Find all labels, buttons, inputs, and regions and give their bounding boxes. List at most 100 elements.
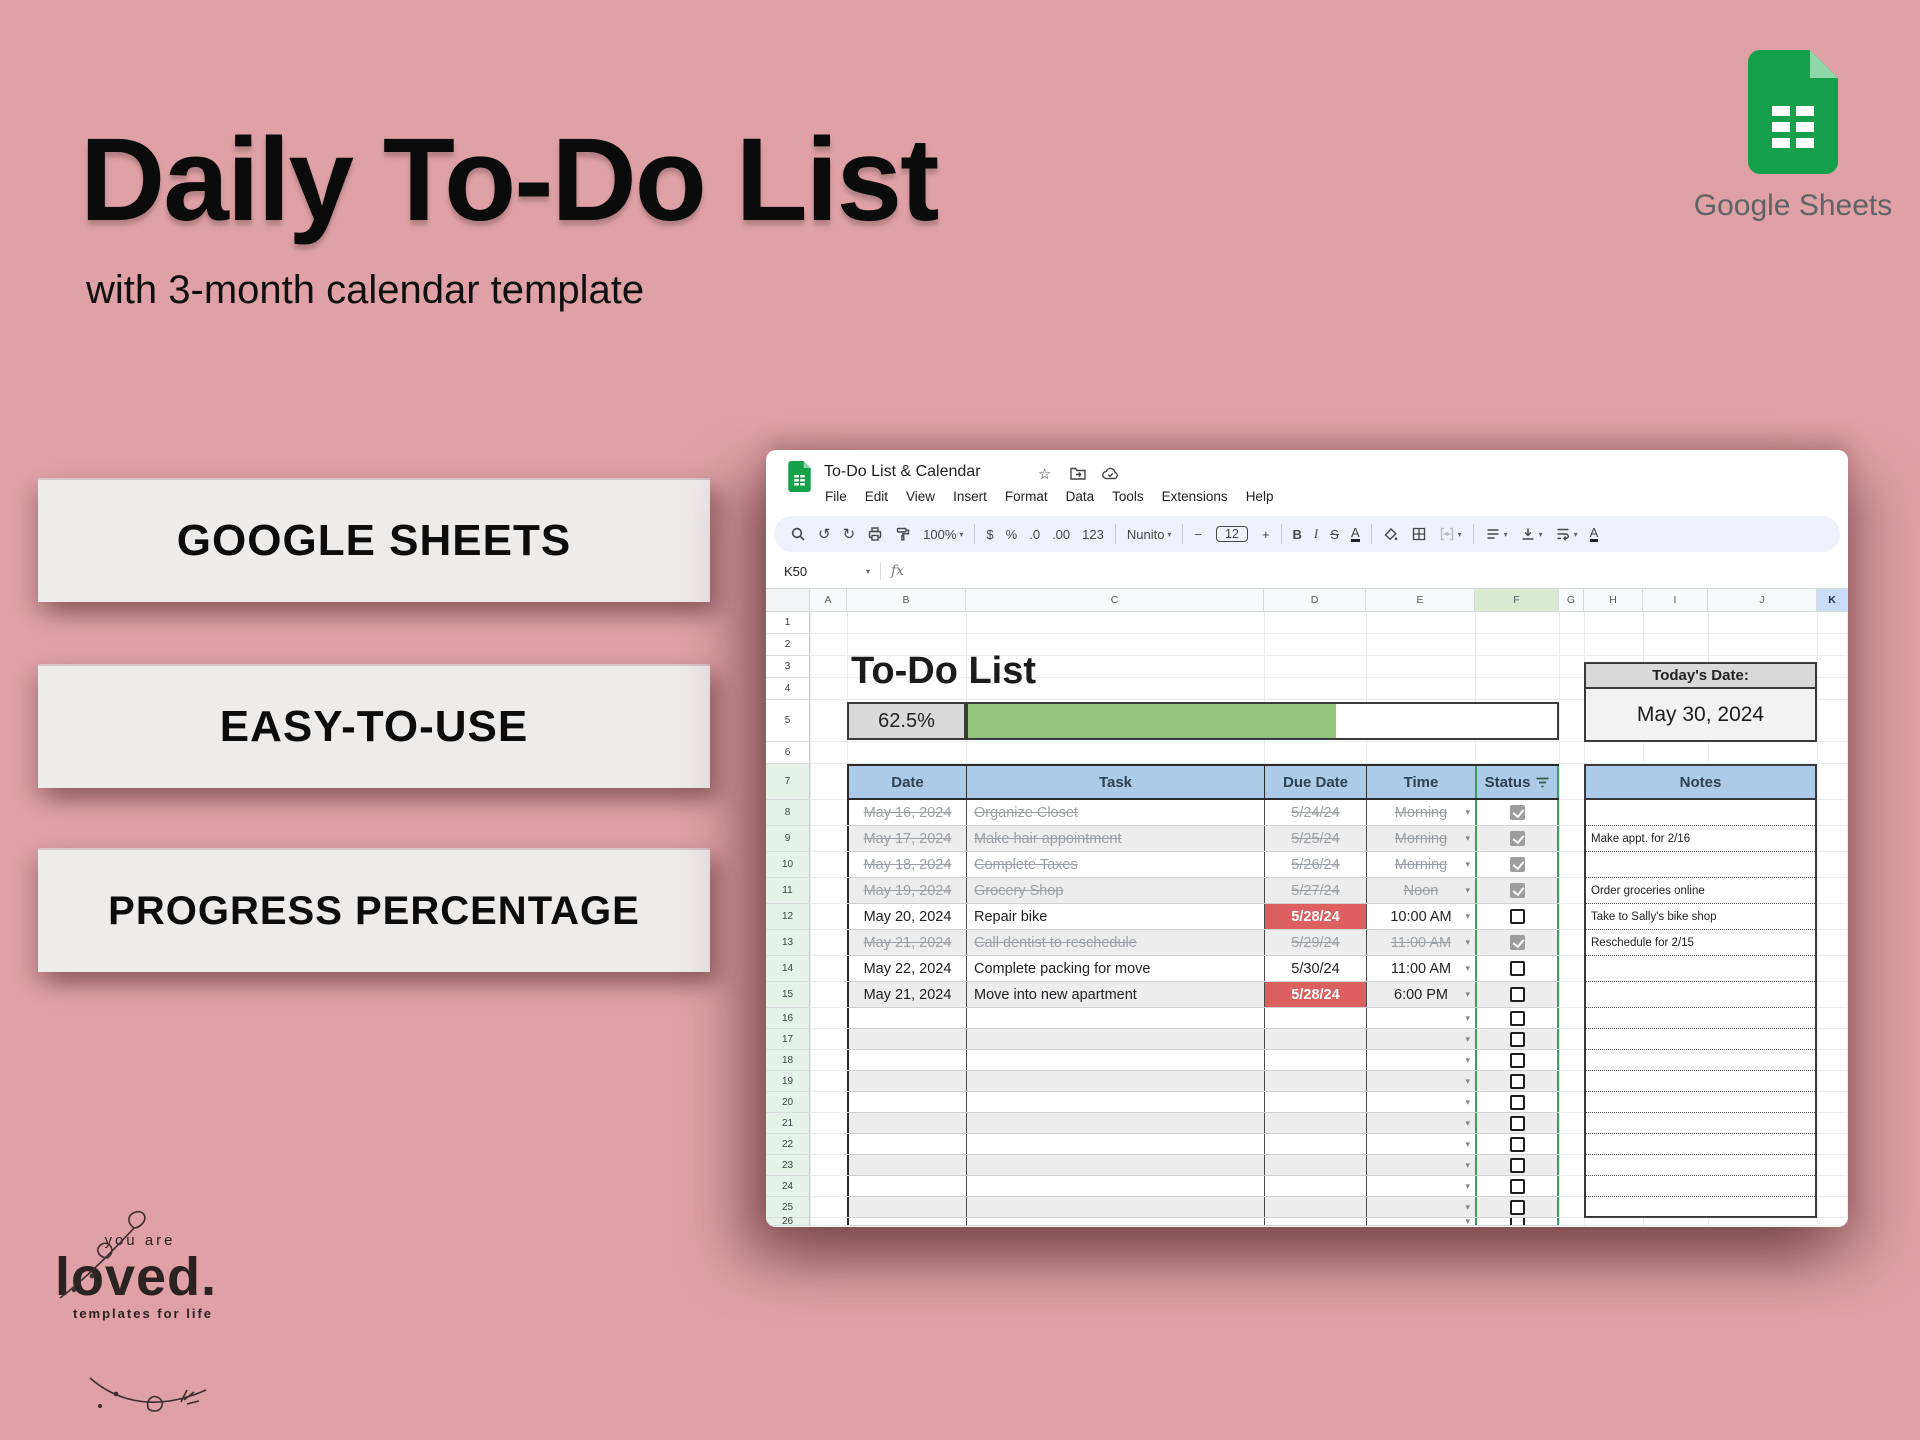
column-header-i[interactable]: I <box>1643 589 1708 611</box>
status-checkbox-row14[interactable] <box>1510 961 1525 976</box>
date-cell-row19[interactable] <box>847 1071 966 1091</box>
redo-icon[interactable]: ↻ <box>837 523 862 545</box>
task-cell-row21[interactable] <box>966 1113 1264 1133</box>
row-header-11[interactable]: 11 <box>766 878 810 904</box>
menu-edit[interactable]: Edit <box>856 487 897 506</box>
column-header-b[interactable]: B <box>847 589 966 611</box>
status-cell-row15[interactable] <box>1475 982 1559 1007</box>
horizontal-align-icon[interactable]: ▾ <box>1479 524 1514 544</box>
funnel-icon[interactable] <box>1536 777 1549 788</box>
column-header-a[interactable]: A <box>810 589 847 611</box>
status-cell-row14[interactable] <box>1475 956 1559 981</box>
increase-decimal-button[interactable]: .00 <box>1046 525 1076 544</box>
due-cell-row19[interactable] <box>1264 1071 1366 1091</box>
time-cell-row11[interactable]: Noon▾ <box>1366 878 1475 903</box>
time-cell-row16[interactable]: ▾ <box>1366 1008 1475 1028</box>
task-cell-row8[interactable]: Organize Closet <box>966 800 1264 825</box>
menu-format[interactable]: Format <box>996 487 1057 506</box>
due-cell-row26[interactable] <box>1264 1218 1366 1225</box>
due-cell-row13[interactable]: 5/29/24 <box>1264 930 1366 955</box>
due-cell-row20[interactable] <box>1264 1092 1366 1112</box>
status-checkbox-row10[interactable] <box>1510 857 1525 872</box>
time-dropdown-row15[interactable]: ▾ <box>1465 989 1470 1000</box>
date-cell-row23[interactable] <box>847 1155 966 1175</box>
time-cell-row13[interactable]: 11:00 AM▾ <box>1366 930 1475 955</box>
sheet-title[interactable]: To-Do List <box>851 650 1036 693</box>
document-title[interactable]: To-Do List & Calendar <box>824 463 981 481</box>
menu-insert[interactable]: Insert <box>944 487 996 506</box>
status-cell-row24[interactable] <box>1475 1176 1559 1196</box>
status-checkbox-row20[interactable] <box>1510 1095 1525 1110</box>
time-dropdown-row17[interactable]: ▾ <box>1465 1034 1470 1045</box>
notes-row-12[interactable]: Take to Sally's bike shop <box>1586 904 1815 930</box>
time-cell-row8[interactable]: Morning▾ <box>1366 800 1475 825</box>
time-cell-row25[interactable]: ▾ <box>1366 1197 1475 1217</box>
time-dropdown-row12[interactable]: ▾ <box>1465 911 1470 922</box>
row-header-19[interactable]: 19 <box>766 1071 810 1092</box>
font-size-input[interactable]: 12 <box>1208 524 1256 544</box>
status-checkbox-row9[interactable] <box>1510 831 1525 846</box>
row-header-22[interactable]: 22 <box>766 1134 810 1155</box>
row-header-16[interactable]: 16 <box>766 1008 810 1029</box>
status-checkbox-row18[interactable] <box>1510 1053 1525 1068</box>
row-header-6[interactable]: 6 <box>766 742 810 764</box>
task-cell-row24[interactable] <box>966 1176 1264 1196</box>
due-cell-row25[interactable] <box>1264 1197 1366 1217</box>
due-cell-row9[interactable]: 5/25/24 <box>1264 826 1366 851</box>
row-header-3[interactable]: 3 <box>766 656 810 678</box>
paint-format-icon[interactable] <box>889 524 917 544</box>
time-dropdown-row24[interactable]: ▾ <box>1465 1181 1470 1192</box>
task-cell-row11[interactable]: Grocery Shop <box>966 878 1264 903</box>
time-cell-row21[interactable]: ▾ <box>1366 1113 1475 1133</box>
time-dropdown-row16[interactable]: ▾ <box>1465 1013 1470 1024</box>
status-cell-row23[interactable] <box>1475 1155 1559 1175</box>
text-color-button[interactable]: A <box>1345 524 1366 544</box>
bold-button[interactable]: B <box>1287 525 1308 544</box>
status-checkbox-row17[interactable] <box>1510 1032 1525 1047</box>
task-cell-row9[interactable]: Make hair appointment <box>966 826 1264 851</box>
notes-row-14[interactable] <box>1586 956 1815 982</box>
time-cell-row12[interactable]: 10:00 AM▾ <box>1366 904 1475 929</box>
status-checkbox-row15[interactable] <box>1510 987 1525 1002</box>
status-checkbox-row22[interactable] <box>1510 1137 1525 1152</box>
status-cell-row21[interactable] <box>1475 1113 1559 1133</box>
cloud-check-icon[interactable] <box>1102 467 1119 484</box>
select-all-corner[interactable] <box>766 589 810 611</box>
date-cell-row17[interactable] <box>847 1029 966 1049</box>
notes-row-18[interactable] <box>1586 1050 1815 1071</box>
time-dropdown-row13[interactable]: ▾ <box>1465 937 1470 948</box>
status-checkbox-row23[interactable] <box>1510 1158 1525 1173</box>
time-cell-row20[interactable]: ▾ <box>1366 1092 1475 1112</box>
undo-icon[interactable]: ↺ <box>812 523 837 545</box>
status-cell-row11[interactable] <box>1475 878 1559 903</box>
status-checkbox-row21[interactable] <box>1510 1116 1525 1131</box>
row-header-12[interactable]: 12 <box>766 904 810 930</box>
row-header-2[interactable]: 2 <box>766 634 810 656</box>
notes-row-9[interactable]: Make appt. for 2/16 <box>1586 826 1815 852</box>
time-dropdown-row23[interactable]: ▾ <box>1465 1160 1470 1171</box>
date-cell-row22[interactable] <box>847 1134 966 1154</box>
date-cell-row10[interactable]: May 18, 2024 <box>847 852 966 877</box>
time-dropdown-row26[interactable]: ▾ <box>1465 1218 1470 1225</box>
row-header-4[interactable]: 4 <box>766 678 810 700</box>
due-cell-row11[interactable]: 5/27/24 <box>1264 878 1366 903</box>
column-header-g[interactable]: G <box>1559 589 1584 611</box>
due-cell-row22[interactable] <box>1264 1134 1366 1154</box>
date-cell-row9[interactable]: May 17, 2024 <box>847 826 966 851</box>
fill-color-icon[interactable] <box>1377 524 1405 544</box>
time-dropdown-row20[interactable]: ▾ <box>1465 1097 1470 1108</box>
status-cell-row19[interactable] <box>1475 1071 1559 1091</box>
menu-help[interactable]: Help <box>1237 487 1283 506</box>
due-cell-row24[interactable] <box>1264 1176 1366 1196</box>
table-header-time[interactable]: Time <box>1366 766 1475 798</box>
zoom-select[interactable]: 100%▾ <box>917 525 969 544</box>
time-cell-row14[interactable]: 11:00 AM▾ <box>1366 956 1475 981</box>
time-dropdown-row21[interactable]: ▾ <box>1465 1118 1470 1129</box>
time-dropdown-row18[interactable]: ▾ <box>1465 1055 1470 1066</box>
time-dropdown-row8[interactable]: ▾ <box>1465 807 1470 818</box>
table-header-date[interactable]: Date <box>847 766 966 798</box>
table-header-status[interactable]: Status <box>1475 766 1559 798</box>
time-dropdown-row19[interactable]: ▾ <box>1465 1076 1470 1087</box>
time-dropdown-row9[interactable]: ▾ <box>1465 833 1470 844</box>
date-cell-row26[interactable] <box>847 1218 966 1225</box>
